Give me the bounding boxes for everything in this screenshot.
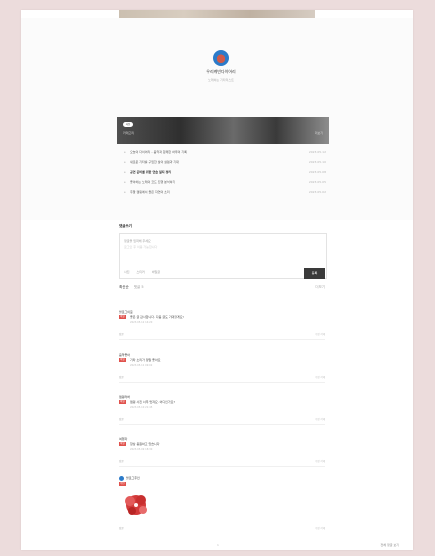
comment-actions[interactable]: 수정 삭제 [315,375,325,379]
post-list: • 오늘의 다이어리 – 음악과 함께한 하루의 기록 2023.05.12 •… [124,147,326,197]
submit-button[interactable]: 등록 [304,268,325,279]
comment-actions[interactable]: 수정 삭제 [315,459,325,463]
reply-button[interactable]: 답글 [119,332,124,336]
comment-text: 캠핑 사진 너무 멋져요. 어디인가요? [130,400,176,404]
sticker-image [125,495,147,515]
comment-actions[interactable]: 수정 삭제 [315,417,325,421]
bullet-icon: • [124,150,126,154]
secret-toggle[interactable]: 비밀글 [152,270,160,274]
post-title[interactable]: 좋아하는 노래의 코드 진행 분석하기 [130,177,295,187]
comment-author[interactable]: 음악좋아 [119,353,130,357]
comment-date: 2023.05.10 21:45 [130,406,153,409]
post-date: 2023.05.08 [308,170,326,174]
reply-button[interactable]: 답글 [119,459,124,463]
post-date: 2023.05.10 [308,160,326,164]
post-list-item[interactable]: • 새로운 기타를 구입한 날의 설렘과 기대 2023.05.10 [124,157,326,167]
comment-toolbar: 사진 스티커 비밀글 [124,270,166,274]
comment-author[interactable]: 블로그주인 [126,476,140,480]
post-title[interactable]: 새로운 기타를 구입한 날의 설렘과 기대 [130,157,295,167]
sticker-button[interactable]: 스티커 [137,270,145,274]
comment-date: 2023.05.09 18:30 [130,448,153,451]
banner-more-link[interactable]: 더보기 [315,131,323,135]
divider [119,382,325,383]
view-all-link[interactable]: 전체 댓글 보기 [381,543,399,547]
reply-button[interactable]: 답글 [119,526,124,530]
post-date: 2023.05.02 [308,190,326,194]
bullet-icon: • [124,190,126,194]
photo-attach-button[interactable]: 사진 [124,270,130,274]
avatar[interactable] [119,476,124,481]
owner-badge: 주인 [119,482,126,486]
reply-button[interactable]: 답글 [119,417,124,421]
post-date: 2023.05.12 [308,150,326,154]
comment-hint: 로그인 후 이용 가능합니다 [124,245,158,249]
comment-date: 2023.05.12 14:20 [130,321,153,324]
comment-actions[interactable]: 수정 삭제 [315,526,325,530]
comment-sort-row: 최신순 댓글 5 더보기 [119,285,325,290]
blog-name[interactable]: 우리케빈다이어리 [171,69,271,75]
page-number[interactable]: 1 [217,543,219,547]
bullet-icon: • [124,160,126,164]
reply-button[interactable]: 답글 [119,375,124,379]
bullet-icon: • [124,180,126,184]
blog-avatar[interactable] [213,50,229,66]
comment-section-title: 댓글쓰기 [119,224,132,228]
header-image [119,10,315,18]
comment-text: 항상 응원하고 있습니다 [130,442,160,446]
comment-author[interactable]: 블로그이웃 [119,310,133,314]
category-banner[interactable]: 사진 카테고리 더보기 [117,117,329,144]
comment-date: 2023.05.11 09:02 [130,364,153,367]
post-title[interactable]: 주말 캠핑에서 들은 자연의 소리 [130,187,295,197]
comment-placeholder: 댓글을 입력해 주세요 [124,239,151,243]
blog-subtitle: 노래하는 기타리스트 [208,78,234,82]
status-badge: 비밀 [119,358,126,362]
divider [119,466,325,467]
banner-left-label: 카테고리 [123,131,135,135]
divider [119,424,325,425]
post-title[interactable]: 오늘의 다이어리 – 음악과 함께한 하루의 기록 [130,147,295,157]
post-date: 2023.05.05 [308,180,326,184]
status-badge: 비밀 [119,400,126,404]
comment-text: 좋은 글 감사합니다. 다음 글도 기대할게요! [130,315,184,319]
status-badge: 비밀 [119,315,126,319]
post-title[interactable]: 공연 준비를 위한 연습 일지 정리 [130,167,295,177]
comment-count: 댓글 5 [133,285,144,289]
comment-actions[interactable]: 수정 삭제 [315,332,325,336]
banner-pill: 사진 [123,122,133,127]
comment-input[interactable]: 댓글을 입력해 주세요 로그인 후 이용 가능합니다 사진 스티커 비밀글 [119,233,327,279]
bullet-icon: • [124,170,126,174]
divider [119,339,325,340]
comment-text: 기타 소리가 정말 좋아요 [130,358,161,362]
post-list-item[interactable]: • 공연 준비를 위한 연습 일지 정리 2023.05.08 [124,167,326,177]
status-badge: 비밀 [119,442,126,446]
blog-page: 우리케빈다이어리 노래하는 기타리스트 사진 카테고리 더보기 • 오늘의 다이… [21,10,413,550]
sort-dropdown[interactable]: 최신순 [119,285,129,289]
post-list-item[interactable]: • 좋아하는 노래의 코드 진행 분석하기 2023.05.05 [124,177,326,187]
comment-author[interactable]: 캠핑러버 [119,395,130,399]
post-list-item[interactable]: • 오늘의 다이어리 – 음악과 함께한 하루의 기록 2023.05.12 [124,147,326,157]
more-link[interactable]: 더보기 [315,285,325,290]
comment-author[interactable]: 여행자 [119,437,127,441]
post-list-item[interactable]: • 주말 캠핑에서 들은 자연의 소리 2023.05.02 [124,187,326,197]
